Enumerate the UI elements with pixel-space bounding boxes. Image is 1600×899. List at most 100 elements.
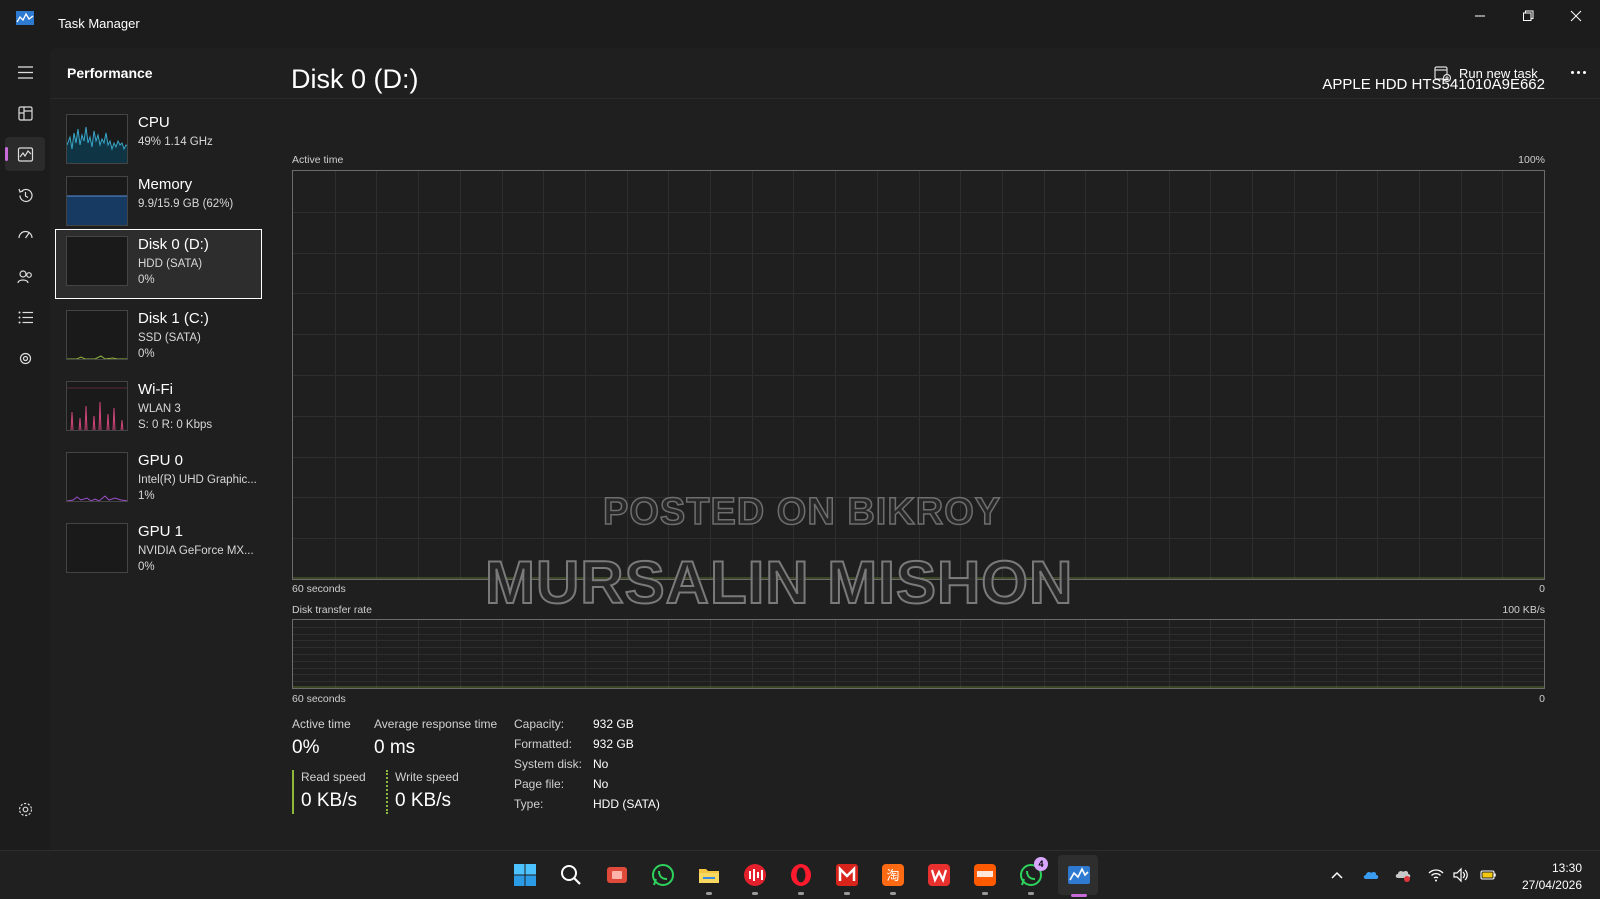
cloud-sync-tray-button[interactable] — [1394, 867, 1412, 883]
memory-thumbnail-graph — [66, 176, 128, 226]
services-puzzle-icon — [19, 352, 31, 364]
running-indicator — [844, 892, 850, 895]
nav-services[interactable] — [5, 341, 45, 375]
transfer-rate-graph-label: Disk transfer rate — [292, 604, 372, 616]
gpu1-thumbnail-graph — [66, 523, 128, 573]
avg-response-label: Average response time — [374, 717, 498, 731]
device-name: GPU 1 — [138, 523, 184, 540]
more-options-button[interactable] — [1566, 64, 1590, 80]
device-gpu-0[interactable]: GPU 0 Intel(R) UHD Graphic... 1% — [55, 445, 262, 515]
running-indicator — [890, 892, 896, 895]
taskbar-app-task-manager[interactable] — [1066, 862, 1092, 888]
audio-app-icon — [744, 864, 766, 886]
taskbar-app-audio[interactable] — [742, 862, 768, 888]
device-detail: SSD (SATA) — [138, 332, 201, 344]
device-name: Disk 1 (C:) — [138, 310, 209, 327]
users-icon — [16, 269, 32, 283]
nav-startup-apps[interactable] — [5, 218, 45, 252]
transfer-rate-graph-x-label: 60 seconds — [292, 693, 346, 705]
minimize-icon — [1475, 15, 1485, 17]
window-title: Task Manager — [58, 16, 140, 31]
wifi-thumbnail-graph — [66, 381, 128, 431]
device-wifi[interactable]: Wi-Fi WLAN 3 S: 0 R: 0 Kbps — [55, 374, 262, 444]
active-time-graph-min: 0 — [1539, 583, 1545, 595]
device-gpu-1[interactable]: GPU 1 NVIDIA GeForce MX... 0% — [55, 516, 262, 586]
taskbar-app-recorder[interactable] — [604, 862, 630, 888]
shopping-app-icon: 淘 — [882, 864, 904, 886]
taskbar-app-store[interactable]: 淘 — [880, 862, 906, 888]
taskbar-app-file-explorer[interactable] — [696, 862, 722, 888]
chevron-up-icon — [1331, 871, 1343, 879]
capacity-value: 932 GB — [593, 717, 634, 731]
taskbar-app-1688[interactable] — [972, 862, 998, 888]
close-icon — [1570, 10, 1582, 22]
show-hidden-icons-button[interactable] — [1328, 867, 1346, 883]
close-button[interactable] — [1552, 0, 1600, 32]
volume-tray-button[interactable] — [1452, 867, 1470, 883]
device-name: CPU — [138, 114, 170, 131]
battery-icon — [1480, 870, 1496, 880]
nav-details[interactable] — [5, 300, 45, 334]
clock-date[interactable]: 27/04/2026 — [1522, 878, 1582, 892]
transfer-rate-graph — [292, 619, 1545, 689]
opera-browser-icon — [791, 864, 811, 886]
taskbar-app-whatsapp[interactable] — [650, 862, 676, 888]
write-speed-label: Write speed — [395, 770, 459, 784]
task-manager-icon — [1068, 866, 1090, 884]
type-key: Type: — [514, 797, 544, 811]
wps-office-icon — [928, 864, 950, 886]
minimize-button[interactable] — [1456, 0, 1504, 32]
device-usage: 1% — [138, 490, 155, 502]
page-file-key: Page file: — [514, 777, 565, 791]
running-indicator — [982, 892, 988, 895]
system-disk-value: No — [593, 757, 609, 771]
read-speed-label: Read speed — [301, 770, 366, 784]
nav-users[interactable] — [5, 259, 45, 293]
whatsapp-icon — [652, 864, 674, 886]
avg-response-value: 0 ms — [374, 737, 416, 758]
history-icon — [17, 188, 33, 202]
taskbar-app-opera[interactable] — [788, 862, 814, 888]
watermark-posted-on: POSTED ON BIKROY — [602, 490, 1002, 534]
notification-badge: 4 — [1034, 857, 1048, 871]
device-cpu[interactable]: CPU 49% 1.14 GHz — [55, 107, 262, 177]
disk0-thumbnail-graph — [66, 236, 128, 286]
details-list-icon — [18, 311, 33, 323]
onedrive-tray-button[interactable] — [1362, 867, 1380, 883]
device-name: Wi-Fi — [138, 381, 173, 398]
transfer-rate-graph-max: 100 KB/s — [1502, 604, 1545, 616]
taskbar-app-wps[interactable] — [926, 862, 952, 888]
active-time-value: 0% — [292, 737, 320, 758]
page-file-value: No — [593, 777, 609, 791]
nav-processes[interactable] — [5, 96, 45, 130]
settings-gear-icon — [18, 802, 32, 816]
nav-app-history[interactable] — [5, 178, 45, 212]
nav-performance[interactable] — [5, 137, 45, 171]
device-detail: NVIDIA GeForce MX... — [138, 545, 254, 557]
start-button[interactable] — [512, 862, 538, 888]
device-disk-0[interactable]: Disk 0 (D:) HDD (SATA) 0% — [55, 229, 262, 299]
taskbar-app-m[interactable] — [834, 862, 860, 888]
read-speed-value: 0 KB/s — [301, 790, 357, 811]
hamburger-menu-button[interactable] — [5, 55, 45, 89]
gpu0-thumbnail-graph — [66, 452, 128, 502]
clock-time[interactable]: 13:30 — [1552, 861, 1582, 875]
device-detail: Intel(R) UHD Graphic... — [138, 474, 257, 486]
device-disk-1[interactable]: Disk 1 (C:) SSD (SATA) 0% — [55, 303, 262, 373]
performance-icon — [17, 146, 33, 162]
nav-settings[interactable] — [5, 792, 45, 826]
network-tray-button[interactable] — [1427, 867, 1445, 883]
disk-model: APPLE HDD HTS541010A9E662 — [1322, 76, 1545, 93]
svg-text:淘: 淘 — [886, 869, 899, 884]
cpu-thumbnail-graph — [66, 114, 128, 164]
formatted-key: Formatted: — [514, 737, 573, 751]
search-button[interactable] — [558, 862, 584, 888]
wifi-icon — [1428, 869, 1444, 882]
device-detail: 9.9/15.9 GB (62%) — [138, 198, 234, 210]
restore-button[interactable] — [1504, 0, 1552, 32]
running-indicator — [752, 892, 758, 895]
write-speed-value: 0 KB/s — [395, 790, 451, 811]
active-time-graph-max: 100% — [1518, 154, 1545, 166]
battery-tray-button[interactable] — [1479, 867, 1497, 883]
device-usage: S: 0 R: 0 Kbps — [138, 419, 213, 431]
